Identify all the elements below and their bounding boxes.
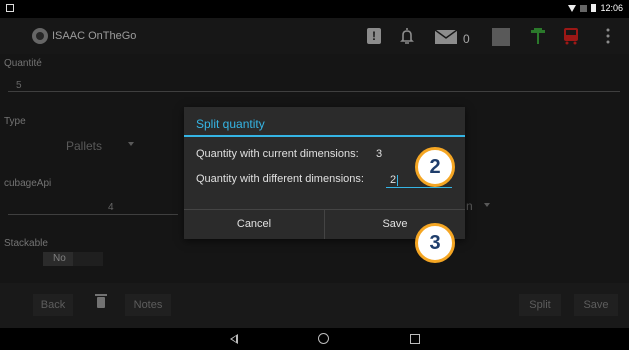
battery-icon bbox=[591, 4, 597, 12]
current-dimensions-value: 3 bbox=[376, 148, 383, 160]
text-cursor bbox=[397, 175, 398, 186]
status-bar: 12:06 bbox=[0, 0, 629, 18]
different-dimensions-label: Quantity with different dimensions: bbox=[196, 173, 364, 185]
nav-back-icon[interactable] bbox=[230, 334, 238, 344]
different-dimensions-value: 2 bbox=[390, 174, 397, 186]
signal-icon bbox=[580, 4, 588, 12]
callout-badge-3: 3 bbox=[415, 223, 455, 263]
current-dimensions-label: Quantity with current dimensions: bbox=[196, 148, 359, 160]
notification-icon bbox=[6, 4, 14, 12]
nav-home-icon[interactable] bbox=[318, 333, 329, 344]
nav-recent-icon[interactable] bbox=[410, 334, 420, 344]
status-time: 12:06 bbox=[600, 3, 623, 13]
dialog-title: Split quantity bbox=[196, 117, 265, 131]
status-icons: 12:06 bbox=[568, 3, 623, 13]
screen: 12:06 ISAAC OnTheGo ! 0 Quantité 5 Type bbox=[0, 0, 629, 350]
wifi-icon bbox=[568, 4, 577, 12]
callout-badge-2: 2 bbox=[415, 147, 455, 187]
navigation-bar bbox=[0, 328, 629, 350]
dialog-title-divider bbox=[184, 135, 465, 137]
dialog-cancel-button[interactable]: Cancel bbox=[184, 210, 324, 239]
